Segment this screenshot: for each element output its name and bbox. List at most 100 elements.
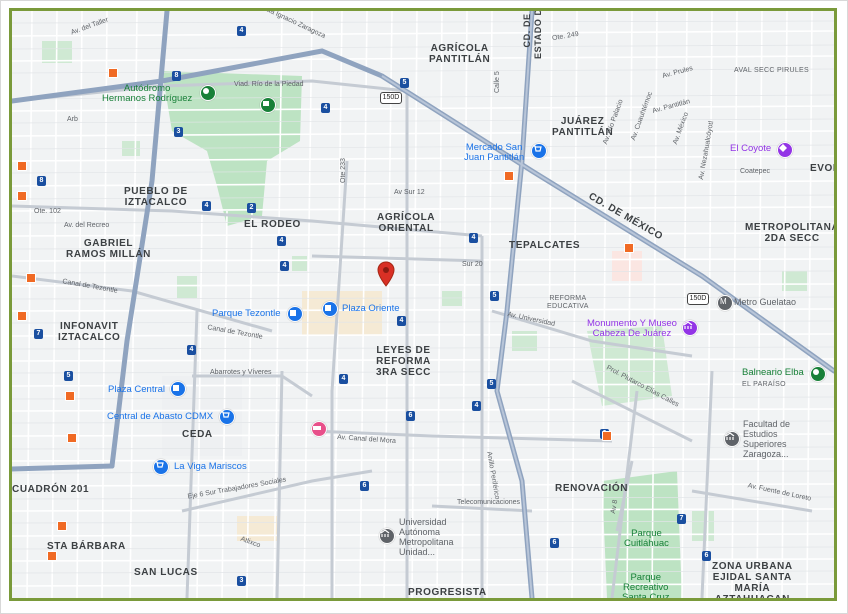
label-progresista: PROGRESISTA — [408, 587, 487, 598]
metro-station-icon[interactable] — [17, 311, 27, 321]
route-shield: 6 — [406, 411, 415, 421]
label-san-lucas: SAN LUCAS — [134, 567, 198, 578]
poi-parque-cuitlahuac[interactable]: Parque Cuitláhuac — [624, 529, 669, 549]
street-coatepec: Coatepec — [740, 168, 770, 175]
label-cuadron: CUADRÓN 201 — [12, 484, 90, 495]
poi-metro-guelatao[interactable]: Metro Guelatao — [734, 298, 796, 307]
label-aval-secc: AVAL SECC PIRULES — [734, 67, 809, 74]
street-av-del-recreo: Av. del Recreo — [64, 222, 110, 229]
label-evol: EVOL — [810, 163, 837, 174]
street-telecomunicaciones: Telecomunicaciones — [457, 499, 521, 506]
svg-text:M: M — [720, 297, 727, 306]
metro-station-icon[interactable] — [57, 521, 67, 531]
poi-autodromo[interactable]: Autódromo Hermanos Rodríguez — [102, 84, 192, 104]
poi-universidad[interactable]: Universidad Autónoma Metropolitana Unida… — [399, 517, 454, 557]
label-agricola-pantitlan: AGRÍCOLA PANTITLÁN — [429, 43, 491, 65]
label-el-paraiso: EL PARAÍSO — [742, 381, 786, 388]
label-pueblo-iztacalco: PUEBLO DE IZTACALCO — [124, 186, 188, 208]
poi-el-coyote[interactable]: El Coyote — [730, 144, 771, 154]
park-area-small — [177, 276, 197, 298]
label-el-rodeo: EL RODEO — [244, 219, 301, 230]
route-shield: 4 — [321, 103, 330, 113]
route-shield: 4 — [339, 374, 348, 384]
landmark-icon[interactable] — [724, 431, 740, 447]
label-renovacion: RENOVACIÓN — [555, 483, 629, 494]
hotel-icon[interactable] — [311, 421, 327, 437]
highway-bottom — [12, 463, 115, 472]
poi-parque-tezontle[interactable]: Parque Tezontle — [212, 309, 281, 319]
route-shield: 4 — [280, 261, 289, 271]
poi-central-abasto[interactable]: Central de Abasto CDMX — [107, 412, 213, 422]
poi-facultad[interactable]: Facultad de Estudios Superiores Zaragoza… — [743, 419, 790, 459]
shopping-bag-icon[interactable] — [287, 306, 303, 322]
label-state-boundary: CD. DE MÉXICO ESTADO DE MÉXICO — [522, 8, 543, 59]
park-icon[interactable] — [810, 366, 826, 382]
metro-station-icon[interactable] — [602, 431, 612, 441]
label-leyes-de-reforma: LEYES DE REFORMA 3RA SECC — [376, 345, 431, 378]
route-shield: 4 — [277, 236, 286, 246]
route-shield: 8 — [37, 176, 46, 186]
route-shield: 3 — [237, 576, 246, 586]
street-av-sur-12: Av Sur 12 — [394, 189, 425, 196]
poi-mercado[interactable]: Mercado San Juan Pantitlán — [464, 143, 524, 163]
route-shield: 7 — [34, 329, 43, 339]
park-icon[interactable] — [260, 97, 276, 113]
street-calle-5: Calle 5 — [494, 71, 501, 93]
landmark-icon[interactable] — [777, 142, 793, 158]
shopping-cart-icon[interactable] — [219, 409, 235, 425]
route-shield: 6 — [550, 538, 559, 548]
red-location-marker-icon[interactable] — [377, 261, 395, 287]
route-shield: 5 — [64, 371, 73, 381]
commercial-area — [612, 251, 642, 281]
museum-icon[interactable] — [682, 320, 698, 336]
poi-monumento[interactable]: Monumento Y Museo Cabeza De Juárez — [587, 319, 677, 339]
metro-station-icon[interactable] — [624, 243, 634, 253]
poi-balneario[interactable]: Balneario Elba — [742, 368, 804, 378]
route-shield: 4 — [469, 233, 478, 243]
street-abarrotes: Abarrotes y Víveres — [210, 369, 272, 376]
poi-parque-recreativo[interactable]: Parque Recreativo Santa Cruz — [622, 573, 670, 599]
label-sta-barbara: STA BÁRBARA — [47, 541, 126, 552]
highway-shield: 150D — [380, 92, 402, 104]
route-shield: 8 — [172, 71, 181, 81]
poi-plaza-central[interactable]: Plaza Central — [108, 385, 165, 395]
highway-shield: 150D — [687, 293, 709, 305]
route-shield: 5 — [487, 379, 496, 389]
route-shield: 6 — [360, 481, 369, 491]
park-area-small — [782, 271, 807, 291]
metro-station-icon[interactable] — [26, 273, 36, 283]
route-shield: 2 — [247, 203, 256, 213]
label-ceda: CEDA — [182, 429, 213, 440]
shopping-cart-icon[interactable] — [531, 143, 547, 159]
shopping-cart-icon[interactable] — [153, 459, 169, 475]
metro-station-icon[interactable] — [67, 433, 77, 443]
metro-station-icon[interactable] — [17, 161, 27, 171]
label-metropolitana: METROPOLITANA 2DA SECC — [745, 222, 837, 244]
landmark-icon[interactable] — [379, 528, 395, 544]
shopping-bag-icon[interactable] — [322, 301, 338, 317]
park-area-small — [692, 511, 714, 541]
route-shield: 4 — [472, 401, 481, 411]
shopping-bag-icon[interactable] — [170, 381, 186, 397]
metro-station-icon[interactable] — [65, 391, 75, 401]
metro-station-icon[interactable] — [47, 551, 57, 561]
street-viad-rio-piedad: Viad. Río de la Piedad — [234, 81, 304, 88]
label-reforma-educativa: REFORMA EDUCATIVA — [547, 295, 589, 310]
metro-station-icon[interactable] — [108, 68, 118, 78]
label-infonavit: INFONAVIT IZTACALCO — [58, 321, 121, 343]
street-sur-20: Sur 20 — [462, 261, 483, 268]
label-zona-urbana: ZONA URBANA EJIDAL SANTA MARÍA AZTAHUACA… — [712, 561, 793, 601]
route-shield: 4 — [202, 201, 211, 211]
route-shield: 4 — [397, 316, 406, 326]
park-icon[interactable] — [200, 85, 216, 101]
label-tepalcates: TEPALCATES — [509, 240, 581, 251]
metro-station-icon[interactable]: M — [717, 295, 733, 311]
map-canvas[interactable]: AGRÍCOLA PANTITLÁN CD. DE MÉXICO ESTADO … — [9, 8, 837, 601]
poi-la-viga[interactable]: La Viga Mariscos — [174, 462, 247, 472]
street-ote-233: Ote 233 — [340, 158, 347, 183]
metro-station-icon[interactable] — [17, 191, 27, 201]
poi-plaza-oriente[interactable]: Plaza Oriente — [342, 304, 400, 314]
route-shield: 7 — [677, 514, 686, 524]
metro-station-icon[interactable] — [504, 171, 514, 181]
park-area-small — [292, 256, 307, 271]
